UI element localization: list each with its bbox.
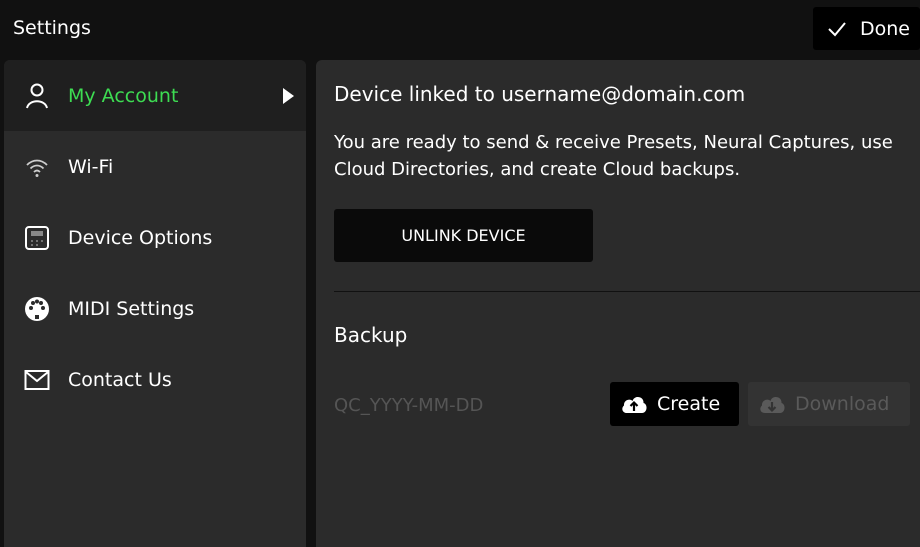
sidebar-item-my-account[interactable]: My Account [4, 60, 306, 131]
linked-device-heading: Device linked to username@domain.com [334, 82, 746, 106]
mail-icon [24, 367, 50, 393]
create-backup-button[interactable]: Create [610, 382, 739, 426]
device-icon [24, 225, 50, 251]
sidebar-item-label: Contact Us [68, 368, 172, 391]
download-label: Download [795, 393, 890, 415]
page-title: Settings [13, 17, 91, 39]
done-label: Done [860, 17, 910, 40]
account-panel: Device linked to username@domain.com You… [316, 60, 920, 547]
cloud-download-icon [758, 393, 786, 415]
download-backup-button[interactable]: Download [748, 382, 910, 426]
sidebar-item-label: Wi-Fi [68, 155, 114, 178]
sidebar-item-midi-settings[interactable]: MIDI Settings [4, 273, 306, 344]
sidebar-item-contact-us[interactable]: Contact Us [4, 344, 306, 415]
sidebar-item-label: Device Options [68, 226, 213, 249]
top-bar: Settings Done [0, 0, 920, 58]
person-icon [24, 83, 50, 109]
sidebar-item-label: My Account [68, 84, 179, 107]
unlink-device-button[interactable]: UNLINK DEVICE [334, 209, 593, 262]
sidebar-item-wifi[interactable]: Wi-Fi [4, 131, 306, 202]
create-label: Create [657, 393, 721, 415]
sidebar-item-device-options[interactable]: Device Options [4, 202, 306, 273]
sidebar-item-label: MIDI Settings [68, 297, 195, 320]
chevron-right-icon [283, 87, 294, 104]
linked-device-description: You are ready to send & receive Presets,… [334, 132, 893, 180]
checkmark-icon [827, 19, 847, 39]
divider [334, 291, 920, 292]
sidebar: My Account Wi-Fi Device Options MIDI Set… [4, 60, 306, 547]
cloud-upload-icon [620, 393, 648, 415]
midi-icon [24, 296, 50, 322]
backup-heading: Backup [334, 323, 408, 347]
wifi-icon [24, 154, 50, 180]
backup-filename-input[interactable] [334, 390, 604, 420]
done-button[interactable]: Done [813, 7, 920, 50]
